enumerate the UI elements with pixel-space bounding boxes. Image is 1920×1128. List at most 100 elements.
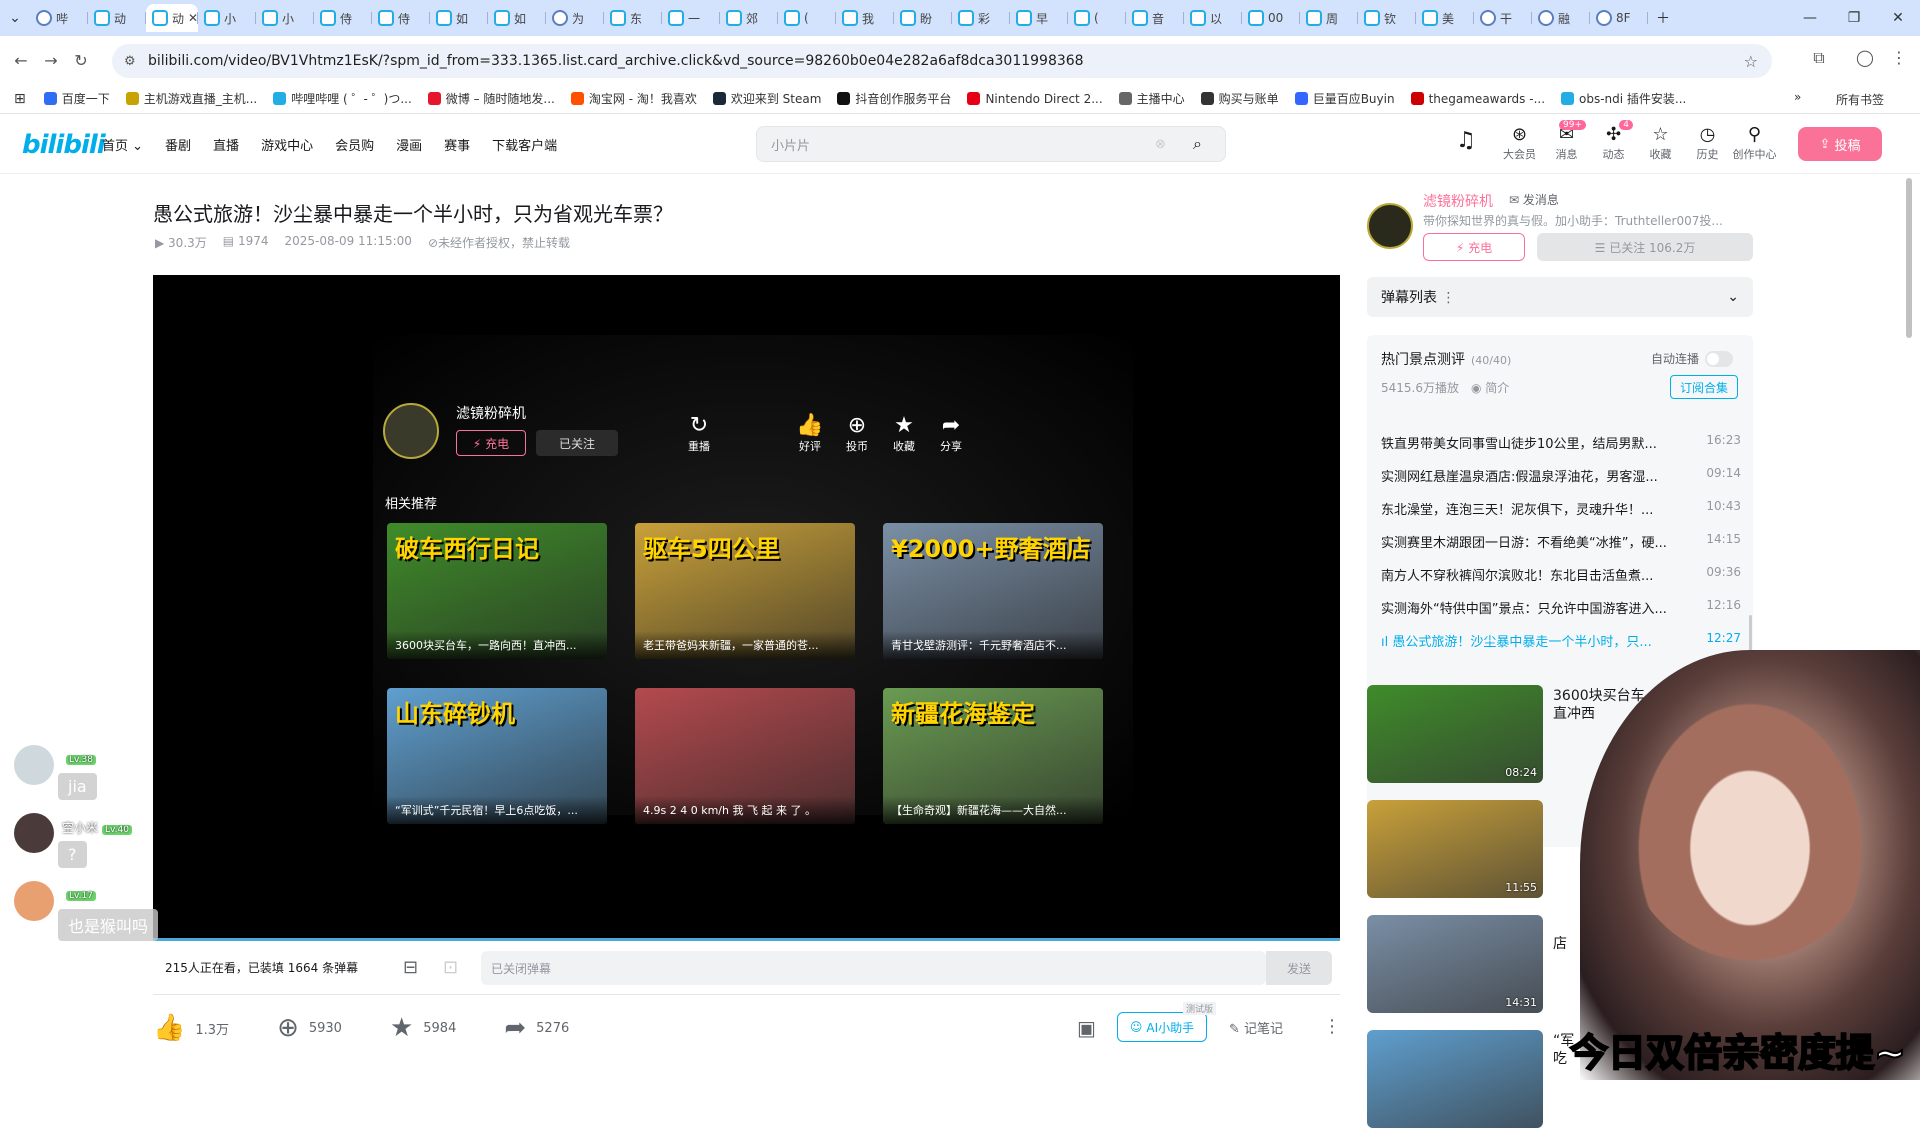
restore-button[interactable]: ❐ <box>1832 4 1876 32</box>
up-avatar[interactable] <box>383 403 439 459</box>
header-icon-创作中心[interactable]: ⚲ 创作中心 <box>1731 124 1778 162</box>
bookmark-item[interactable]: 主播中心 <box>1118 90 1185 107</box>
collection-scrollbar[interactable] <box>1749 615 1752 655</box>
bookmark-item[interactable]: 购买与账单 <box>1200 90 1279 107</box>
autoplay-toggle[interactable]: 自动连播 <box>1651 350 1734 367</box>
nav-item[interactable]: 下载客户端 <box>492 135 557 154</box>
nav-item[interactable]: 首页 ⌄ <box>102 135 143 154</box>
player-action-重播[interactable]: ↻ 重播 <box>679 413 719 454</box>
more-bookmarks-icon[interactable]: » <box>1794 90 1801 104</box>
toggle-switch[interactable] <box>1705 350 1734 367</box>
recommended-video-thumb[interactable]: 11:55 <box>1367 800 1543 898</box>
browser-tab[interactable]: 侍 <box>314 4 372 32</box>
header-icon-动态[interactable]: ✣ 动态 4 <box>1590 120 1637 162</box>
browser-tab[interactable]: 动 ✕ <box>146 4 198 32</box>
danmaku-send-button[interactable]: 发送 <box>1266 951 1332 985</box>
close-window-button[interactable]: ✕ <box>1876 4 1920 32</box>
danmaku-list-more-icon[interactable]: ⋮ <box>1441 290 1455 306</box>
minimize-button[interactable]: — <box>1788 4 1832 32</box>
bookmark-item[interactable]: 微博 – 随时随地发... <box>427 90 555 107</box>
player-action-收藏[interactable]: ★ 收藏 <box>884 413 924 454</box>
favorite-button[interactable]: ★ 5984 <box>390 1013 456 1043</box>
browser-tab[interactable]: 音 <box>1126 4 1184 32</box>
related-video-card[interactable]: ¥2000+野奢酒店 青甘戈壁游测评：千元野奢酒店不... <box>883 523 1103 659</box>
browser-tab[interactable]: 哔 <box>30 4 88 32</box>
collection-episode[interactable]: 实测赛里木湖跟团一日游：不看绝美“冰推”，硬... 14:15 <box>1381 532 1741 552</box>
tab-search-icon[interactable]: ⌄ <box>0 4 30 32</box>
browser-tab[interactable]: 小 <box>198 4 256 32</box>
new-tab-button[interactable]: ＋ <box>1648 4 1678 32</box>
browser-tab[interactable]: 早 <box>1010 4 1068 32</box>
bookmark-item[interactable]: 巨量百应Buyin <box>1294 90 1395 107</box>
follow-button[interactable]: ☰ 已关注 106.2万 <box>1537 233 1753 261</box>
bookmark-item[interactable]: 淘宝网 - 淘！我喜欢 <box>570 90 697 107</box>
charge-button[interactable]: ⚡ 充电 <box>1423 233 1525 261</box>
browser-tab[interactable]: 周 <box>1300 4 1358 32</box>
header-icon-历史[interactable]: ◷ 历史 <box>1684 124 1731 162</box>
browser-tab[interactable]: ( <box>778 4 836 32</box>
like-button[interactable]: 👍 1.3万 <box>153 1013 229 1043</box>
video-icon[interactable]: ▣ <box>1077 1016 1096 1040</box>
clear-icon[interactable]: ⊗ <box>1155 137 1166 152</box>
related-video-card[interactable]: 驱车5四公里 老王带爸妈来新疆，一家普通的苍... <box>635 523 855 659</box>
browser-tab[interactable]: 动 <box>88 4 146 32</box>
collection-episode[interactable]: 南方人不穿秋裤闯尔滨败北！东北目击活鱼煮... 09:36 <box>1381 565 1741 585</box>
browser-tab[interactable]: 郊 <box>720 4 778 32</box>
browser-tab[interactable]: 美 <box>1416 4 1474 32</box>
url-field[interactable]: ⚙ bilibili.com/video/BV1Vhtmz1EsK/?spm_i… <box>112 44 1772 78</box>
upload-button[interactable]: ⇪ 投稿 <box>1798 127 1882 161</box>
bookmark-item[interactable]: 欢迎来到 Steam <box>712 90 821 107</box>
browser-tab[interactable]: 以 <box>1184 4 1242 32</box>
more-icon[interactable]: ⋮ <box>1323 1016 1341 1037</box>
recommended-video-thumb[interactable] <box>1367 1030 1543 1128</box>
ai-assistant-button[interactable]: ☺ AI小助手 <box>1117 1012 1207 1042</box>
browser-tab[interactable]: 融 <box>1532 4 1590 32</box>
danmaku-settings-icon[interactable]: ⊡ <box>443 957 458 978</box>
danmaku-input[interactable]: 已关闭弹幕 <box>481 951 1266 985</box>
send-message-link[interactable]: ✉ 发消息 <box>1509 191 1559 208</box>
video-player[interactable]: 滤镜粉碎机 ⚡ 充电 已关注 ↻ 重播 👍 好评 ⊕ 投币 ★ 收藏 ➦ 分享 相关推荐 破车西行… <box>153 275 1340 941</box>
subscribe-collection-button[interactable]: 订阅合集 <box>1670 375 1738 399</box>
profile-icon[interactable]: ◯ <box>1850 48 1880 67</box>
nav-item[interactable]: 游戏中心 <box>261 135 313 154</box>
forward-icon[interactable]: → <box>36 51 66 70</box>
header-icon-大会员[interactable]: ⊛ 大会员 <box>1496 124 1543 162</box>
bookmark-item[interactable]: 百度一下 <box>43 90 110 107</box>
menu-icon[interactable]: ⋮ <box>1884 48 1914 67</box>
back-icon[interactable]: ← <box>6 51 36 70</box>
browser-tab[interactable]: 彩 <box>952 4 1010 32</box>
browser-tab[interactable]: 小 <box>256 4 314 32</box>
related-video-card[interactable]: 新疆花海鉴定 【生命奇观】新疆花海——大自然... <box>883 688 1103 824</box>
browser-tab[interactable]: 00 <box>1242 4 1300 32</box>
apps-grid-icon[interactable]: ⊞ <box>14 91 26 107</box>
channel-icon[interactable]: ♫ <box>1456 128 1476 153</box>
coin-button[interactable]: ⊕ 5930 <box>277 1013 342 1043</box>
nav-item[interactable]: 赛事 <box>444 135 470 154</box>
player-action-好评[interactable]: 👍 好评 <box>790 413 830 454</box>
browser-tab[interactable]: 一 <box>662 4 720 32</box>
player-action-分享[interactable]: ➦ 分享 <box>931 413 971 454</box>
bookmark-item[interactable]: 主机游戏直播_主机... <box>125 90 257 107</box>
browser-tab[interactable]: 钦 <box>1358 4 1416 32</box>
collection-episode[interactable]: ıl 愚公式旅游！沙尘暴中暴走一个半小时，只... 12:27 <box>1381 631 1741 651</box>
chevron-down-icon[interactable]: ⌄ <box>1727 289 1739 305</box>
browser-tab[interactable]: 干 <box>1474 4 1532 32</box>
site-info-icon[interactable]: ⚙ <box>124 54 136 69</box>
header-icon-收藏[interactable]: ☆ 收藏 <box>1637 124 1684 162</box>
recommended-video-thumb[interactable]: 14:31 <box>1367 915 1543 1013</box>
player-action-投币[interactable]: ⊕ 投币 <box>837 413 877 454</box>
bookmark-item[interactable]: obs-ndi 插件安装... <box>1561 90 1686 107</box>
extensions-icon[interactable]: ⧉ <box>1804 48 1834 68</box>
collection-episode[interactable]: 铁直男带美女同事雪山徒步10公里，结局男默... 16:23 <box>1381 433 1741 453</box>
player-followed-button[interactable]: 已关注 <box>536 430 618 456</box>
up-name[interactable]: 滤镜粉碎机 <box>1423 191 1493 211</box>
danmaku-list-header[interactable]: 弹幕列表 ⋮ ⌄ <box>1367 277 1753 317</box>
browser-tab[interactable]: 为 <box>546 4 604 32</box>
header-icon-消息[interactable]: ✉ 消息 99+ <box>1543 120 1590 162</box>
browser-tab[interactable]: 东 <box>604 4 662 32</box>
reload-icon[interactable]: ↻ <box>66 51 96 70</box>
page-scrollbar[interactable] <box>1906 178 1912 338</box>
nav-item[interactable]: 会员购 <box>335 135 374 154</box>
bookmark-item[interactable]: 抖音创作服务平台 <box>837 90 951 107</box>
player-up-name[interactable]: 滤镜粉碎机 <box>456 403 526 423</box>
